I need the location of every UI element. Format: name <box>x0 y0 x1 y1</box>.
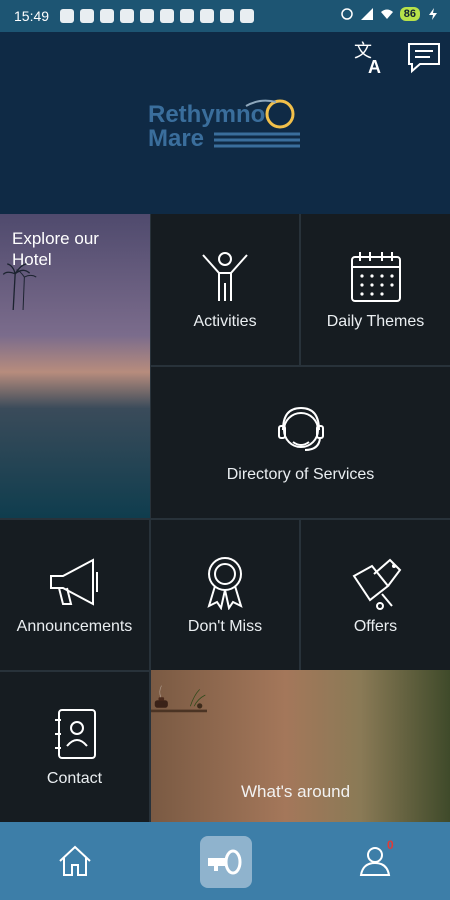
tile-label: What's around <box>241 782 351 801</box>
calendar-icon <box>350 251 401 302</box>
status-time: 15:49 <box>14 8 50 24</box>
image-icon <box>180 9 194 23</box>
tile-label: Contact <box>46 770 103 787</box>
tile-directory-of-services[interactable]: Directory of Services <box>151 367 450 518</box>
notification-icons <box>60 9 254 23</box>
facebook-icon <box>80 9 94 23</box>
dot-icon <box>200 9 214 23</box>
signal-icon <box>360 8 373 20</box>
youtube-icon <box>240 9 254 23</box>
chat-icon <box>408 43 440 74</box>
svg-text:Mare: Mare <box>148 125 204 152</box>
messages-button[interactable] <box>406 40 442 76</box>
hotel-logo: Rethymno Mare <box>148 92 308 162</box>
award-ribbon-icon <box>207 557 243 610</box>
person-arms-up-icon <box>202 251 248 301</box>
tile-label: Announcements <box>16 618 133 635</box>
headset-agent-icon <box>277 406 324 451</box>
tile-label: Daily Themes <box>326 312 425 330</box>
tile-announcements[interactable]: Announcements <box>0 520 149 670</box>
menu-grid: Explore our Hotel Activities Daily Theme… <box>0 214 450 822</box>
tile-label: Don't Miss <box>187 618 263 635</box>
check-icon <box>220 9 234 23</box>
contact-book-icon <box>54 709 96 759</box>
youtube-icon <box>120 9 134 23</box>
tile-activities[interactable]: Activities <box>151 214 299 365</box>
tile-offers[interactable]: Offers <box>301 520 450 670</box>
linkedin-icon <box>160 9 174 23</box>
tile-label: Activities <box>193 312 257 330</box>
system-icons: 86 <box>340 7 440 21</box>
megaphone-icon <box>49 558 98 606</box>
translate-icon: 文 A <box>354 41 381 77</box>
wifi-icon <box>380 9 393 19</box>
tile-explore-hotel[interactable]: Explore our Hotel <box>0 214 150 518</box>
tile-dont-miss[interactable]: Don't Miss <box>151 520 299 670</box>
mail-icon <box>140 9 154 23</box>
home-icon <box>59 845 91 876</box>
messenger-icon <box>100 9 114 23</box>
tile-whats-around[interactable]: What's around <box>151 670 450 822</box>
tile-label: Directory of Services <box>226 465 375 483</box>
hotel-logo-image: Rethymno Mare <box>148 99 300 152</box>
key-icon <box>208 849 242 875</box>
incense-burner-image <box>151 685 207 713</box>
tile-contact[interactable]: Contact <box>0 672 149 822</box>
room-key-button[interactable] <box>200 836 252 888</box>
notification-badge: 0 <box>387 838 394 852</box>
charging-icon <box>429 8 437 20</box>
alarm-icon <box>341 8 353 20</box>
tile-label: Offers <box>353 618 398 635</box>
status-bar: 15:49 86 <box>0 0 450 32</box>
home-button[interactable] <box>50 836 100 886</box>
shopping-bag-tag-icon <box>352 558 401 610</box>
tile-daily-themes[interactable]: Daily Themes <box>301 214 450 365</box>
palm-trees-image <box>2 263 37 310</box>
battery-level: 86 <box>399 7 420 21</box>
dot-icon <box>60 9 74 23</box>
translate-button[interactable]: 文 A <box>352 40 388 77</box>
svg-text:A: A <box>368 57 381 76</box>
